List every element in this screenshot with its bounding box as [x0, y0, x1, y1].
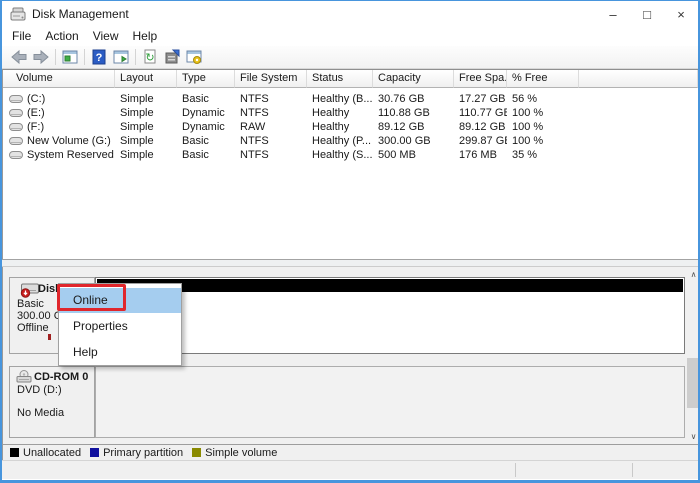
table-row[interactable]: (C:) Simple Basic NTFS Healthy (B... 30.… [3, 92, 698, 106]
volume-name: (F:) [27, 121, 44, 133]
offline-help-mark [48, 334, 51, 340]
disk1-type: Basic [17, 298, 44, 310]
volume-name: (E:) [27, 107, 45, 119]
scrollbar-thumb[interactable] [687, 358, 700, 408]
column-header-layout[interactable]: Layout [115, 70, 177, 88]
action-pane-icon[interactable] [110, 47, 132, 67]
legend-swatch-unallocated [10, 448, 19, 457]
column-header-freespace[interactable]: Free Spa... [454, 70, 507, 88]
legend-swatch-simple-volume [192, 448, 201, 457]
legend-bar: Unallocated Primary partition Simple vol… [2, 444, 698, 460]
table-row[interactable]: System Reserved Simple Basic NTFS Health… [3, 148, 698, 162]
legend-label-unallocated: Unallocated [23, 447, 81, 459]
cdrom-drive: DVD (D:) [17, 384, 62, 396]
statusbar-divider [515, 463, 516, 477]
help-icon[interactable]: ? [88, 47, 110, 67]
unallocated-color-band [97, 279, 683, 292]
volume-icon [9, 122, 23, 132]
menu-view[interactable]: View [86, 27, 126, 46]
column-header-blank [579, 70, 698, 88]
column-header-type[interactable]: Type [177, 70, 235, 88]
volume-icon [9, 150, 23, 160]
status-bar [2, 460, 698, 479]
context-menu-item-properties[interactable]: Properties [59, 313, 181, 340]
annotation-highlight-box [57, 284, 126, 311]
legend-label-primary-partition: Primary partition [103, 447, 183, 459]
toolbar: ? ↻ [2, 46, 698, 69]
minimize-button[interactable]: – [596, 1, 630, 27]
disk1-unallocated-bar[interactable] [95, 277, 685, 354]
svg-text:↻: ↻ [145, 52, 154, 64]
scroll-up-icon[interactable]: ∧ [686, 267, 700, 282]
vertical-scrollbar[interactable]: ∧ ∨ [686, 267, 700, 444]
menu-bar: File Action View Help [2, 27, 698, 46]
legend-swatch-primary-partition [90, 448, 99, 457]
svg-text:?: ? [96, 52, 103, 64]
cdrom-label-panel[interactable]: CD-ROM 0 DVD (D:) No Media [9, 366, 95, 438]
volume-rows: (C:) Simple Basic NTFS Healthy (B... 30.… [3, 92, 698, 162]
cdrom-media-status: No Media [17, 407, 64, 419]
window-controls: – □ × [596, 1, 698, 27]
menu-help[interactable]: Help [126, 27, 165, 46]
cdrom-empty-bar[interactable] [95, 366, 685, 438]
pane-splitter[interactable] [2, 259, 698, 267]
cdrom-name: CD-ROM 0 [34, 371, 88, 383]
column-header-pctfree[interactable]: % Free [507, 70, 579, 88]
statusbar-divider [632, 463, 633, 477]
maximize-button[interactable]: □ [630, 1, 664, 27]
cdrom-icon [16, 370, 32, 383]
close-button[interactable]: × [664, 1, 698, 27]
column-header-volume[interactable]: Volume [3, 70, 115, 88]
legend-label-simple-volume: Simple volume [205, 447, 277, 459]
offline-disk-icon [20, 282, 40, 298]
volume-list-pane: Volume Layout Type File System Status Ca… [2, 69, 698, 259]
toolbar-separator [135, 49, 136, 65]
menu-action[interactable]: Action [38, 27, 85, 46]
volume-icon [9, 94, 23, 104]
column-header-status[interactable]: Status [307, 70, 373, 88]
volume-name: (C:) [27, 93, 45, 105]
table-row[interactable]: (E:) Simple Dynamic NTFS Healthy 110.88 … [3, 106, 698, 120]
volume-list-header: Volume Layout Type File System Status Ca… [3, 70, 698, 88]
disk1-status: Offline [17, 322, 49, 334]
console-tree-icon[interactable] [59, 47, 81, 67]
column-header-capacity[interactable]: Capacity [373, 70, 454, 88]
disk-settings-icon[interactable] [183, 47, 205, 67]
column-header-filesystem[interactable]: File System [235, 70, 307, 88]
menu-file[interactable]: File [5, 27, 38, 46]
disk-management-window: Disk Management – □ × File Action View H… [0, 0, 700, 483]
refresh-icon[interactable]: ↻ [139, 47, 161, 67]
volume-icon [9, 108, 23, 118]
title-bar: Disk Management – □ × [2, 1, 698, 27]
scroll-down-icon[interactable]: ∨ [686, 429, 700, 444]
volume-name: System Reserved [27, 149, 114, 161]
table-row[interactable]: New Volume (G:) Simple Basic NTFS Health… [3, 134, 698, 148]
back-icon[interactable] [8, 47, 30, 67]
table-row[interactable]: (F:) Simple Dynamic RAW Healthy 89.12 GB… [3, 120, 698, 134]
toolbar-separator [84, 49, 85, 65]
properties-icon[interactable] [161, 47, 183, 67]
context-menu-item-help[interactable]: Help [59, 340, 181, 365]
volume-name: New Volume (G:) [27, 135, 111, 147]
volume-icon [9, 136, 23, 146]
toolbar-separator [55, 49, 56, 65]
forward-icon[interactable] [30, 47, 52, 67]
window-title: Disk Management [32, 7, 129, 21]
disk-management-icon [10, 7, 26, 22]
